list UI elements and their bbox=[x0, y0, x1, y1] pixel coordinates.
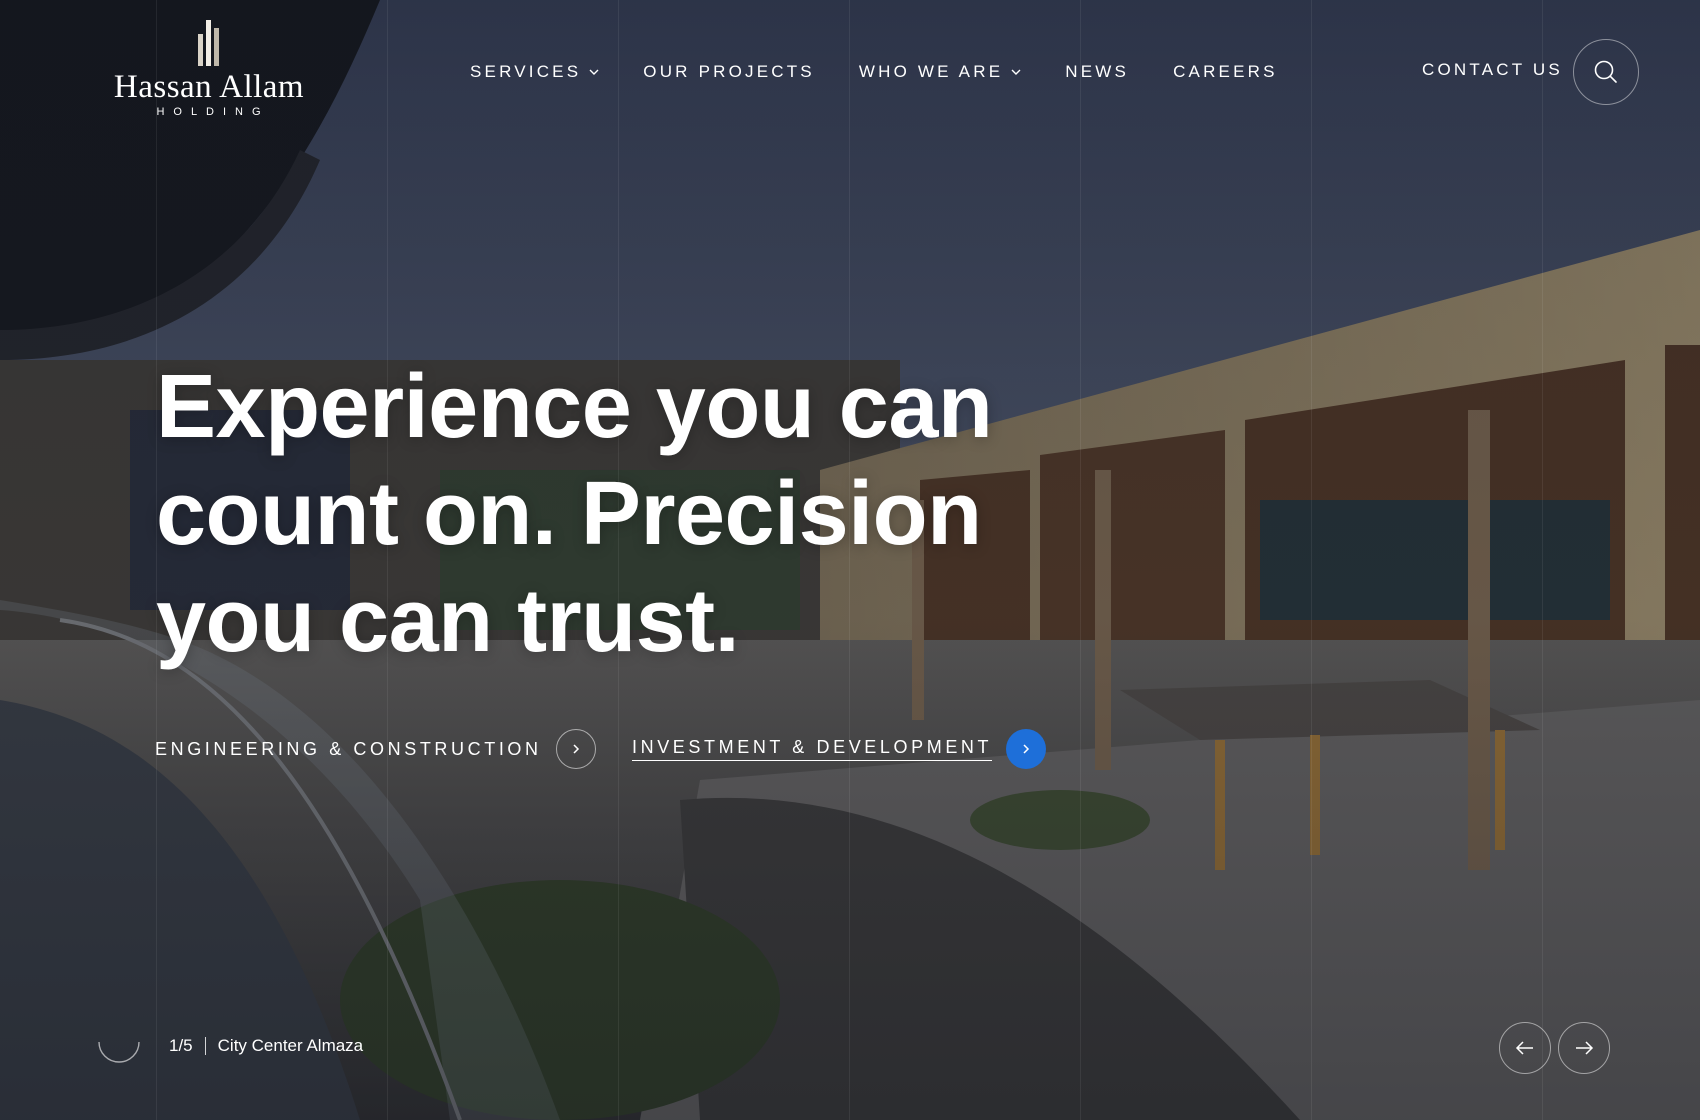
logo-mark-icon bbox=[198, 20, 219, 66]
nav-item-news[interactable]: NEWS bbox=[1065, 62, 1129, 82]
sector-link-engineering-construction[interactable]: ENGINEERING & CONSTRUCTION bbox=[155, 729, 596, 769]
nav-item-label: SERVICES bbox=[470, 62, 582, 81]
chevron-right-icon bbox=[573, 744, 579, 754]
divider bbox=[204, 1037, 206, 1055]
brand-subtitle: HOLDING bbox=[156, 106, 270, 118]
search-button[interactable] bbox=[1573, 39, 1639, 105]
brand-logo[interactable]: Hassan Allam HOLDING bbox=[92, 18, 326, 124]
brand-name: Hassan Allam bbox=[113, 69, 305, 105]
hero-headline: Experience you can count on. Precision y… bbox=[156, 354, 1056, 675]
hero-section: Hassan Allam HOLDING SERVICES OUR PROJEC… bbox=[0, 0, 1700, 1120]
slide-status: 1/5 City Center Almaza bbox=[169, 1036, 363, 1056]
chevron-right-icon bbox=[1023, 744, 1030, 754]
nav-item-label: NEWS bbox=[1065, 62, 1130, 81]
arrow-left-icon bbox=[1515, 1041, 1533, 1055]
sector-link-investment-development[interactable]: INVESTMENT & DEVELOPMENT bbox=[632, 729, 1047, 769]
headline-line: you can trust. bbox=[156, 571, 740, 671]
main-nav: SERVICES OUR PROJECTS WHO WE ARE NEWS CA… bbox=[470, 60, 1322, 84]
nav-item-label: WHO WE ARE bbox=[858, 62, 1004, 81]
chevron-down-icon bbox=[1011, 69, 1021, 75]
arrow-right-icon bbox=[1576, 1041, 1594, 1055]
nav-item-careers[interactable]: CAREERS bbox=[1173, 62, 1278, 82]
slide-counter: 1/5 bbox=[169, 1036, 193, 1055]
sector-arrow-button[interactable] bbox=[1006, 729, 1047, 769]
nav-item-our-projects[interactable]: OUR PROJECTS bbox=[643, 62, 815, 82]
nav-item-who-we-are[interactable]: WHO WE ARE bbox=[859, 62, 1021, 82]
headline-line: count on. Precision bbox=[156, 464, 982, 564]
previous-slide-button[interactable] bbox=[1499, 1022, 1551, 1074]
chevron-down-icon bbox=[589, 69, 599, 75]
sector-label: ENGINEERING & CONSTRUCTION bbox=[155, 738, 542, 759]
sector-arrow-button[interactable] bbox=[555, 729, 596, 769]
nav-item-label: OUR PROJECTS bbox=[643, 62, 815, 81]
contact-us-link[interactable]: CONTACT US bbox=[1422, 60, 1563, 80]
nav-item-label: CAREERS bbox=[1173, 62, 1278, 81]
nav-item-services[interactable]: SERVICES bbox=[470, 62, 599, 82]
headline-line: Experience you can bbox=[156, 357, 993, 457]
slide-progress-icon bbox=[98, 1041, 140, 1063]
search-icon bbox=[1594, 60, 1617, 83]
sector-label: INVESTMENT & DEVELOPMENT bbox=[632, 737, 993, 761]
slide-caption: City Center Almaza bbox=[217, 1036, 364, 1055]
next-slide-button[interactable] bbox=[1558, 1022, 1610, 1074]
